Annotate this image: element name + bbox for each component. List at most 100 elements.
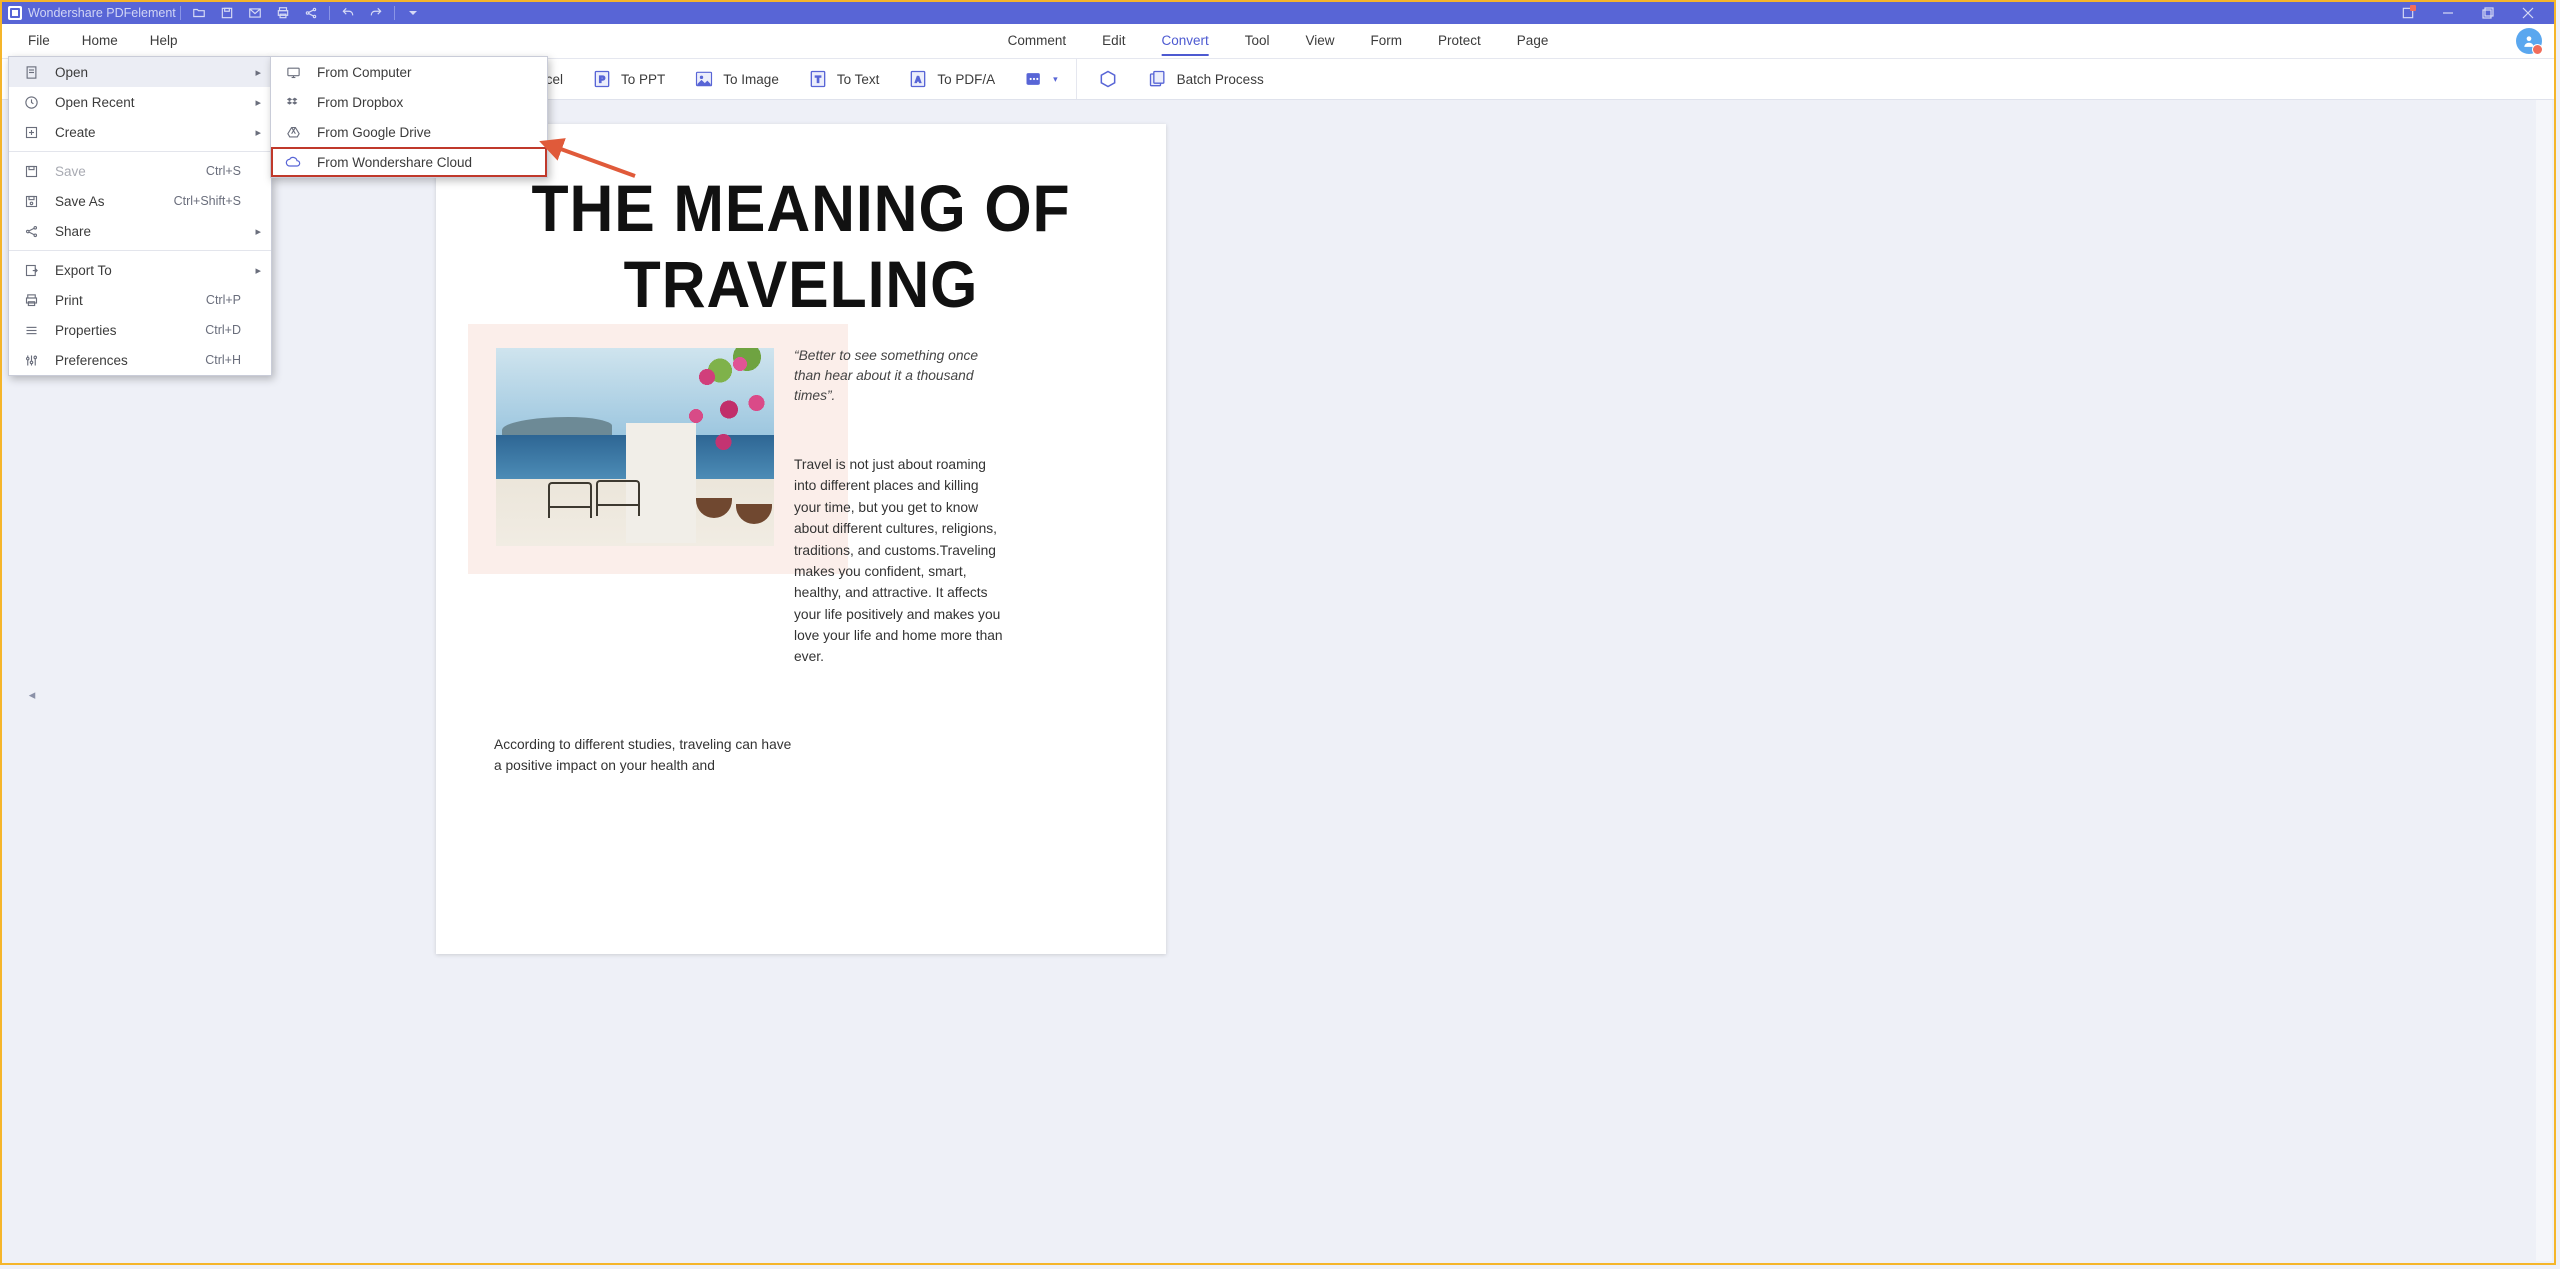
user-avatar[interactable] <box>2516 28 2542 54</box>
window-settings-icon[interactable] <box>2388 2 2428 24</box>
to-image-button[interactable]: To Image <box>679 59 793 99</box>
to-image-label: To Image <box>723 72 779 87</box>
file-menu-preferences[interactable]: Preferences Ctrl+H <box>9 345 271 375</box>
file-menu-save-label: Save <box>55 164 86 179</box>
document-canvas[interactable]: ◂ ▸ THE MEANING OF TRAVELING “Better to … <box>4 100 2552 1261</box>
tab-convert[interactable]: Convert <box>1143 24 1226 58</box>
tab-edit[interactable]: Edit <box>1084 24 1143 58</box>
menu-home[interactable]: Home <box>66 24 134 58</box>
menu-file[interactable]: File <box>12 24 66 58</box>
shortcut: Ctrl+P <box>206 293 241 307</box>
ribbon-tabs: Comment Edit Convert Tool View Form Prot… <box>990 24 1567 58</box>
to-ppt-button[interactable]: P To PPT <box>577 59 679 99</box>
file-menu-create[interactable]: Create ▸ <box>9 117 271 147</box>
open-from-wondershare-cloud-label: From Wondershare Cloud <box>317 155 472 170</box>
image-icon <box>693 68 715 90</box>
tab-protect[interactable]: Protect <box>1420 24 1499 58</box>
titlebar: Wondershare PDFelement <box>2 2 2554 24</box>
open-from-wondershare-cloud[interactable]: From Wondershare Cloud <box>271 147 547 177</box>
menu-help[interactable]: Help <box>134 24 194 58</box>
pdf-page: THE MEANING OF TRAVELING “Better to see … <box>436 124 1166 954</box>
batch-icon <box>1147 68 1169 90</box>
chevron-right-icon: ▸ <box>255 264 261 277</box>
save-icon[interactable] <box>213 2 241 24</box>
doc-icon <box>21 62 41 82</box>
dropbox-icon <box>283 92 303 112</box>
plus-icon <box>21 122 41 142</box>
file-menu-preferences-label: Preferences <box>55 353 128 368</box>
divider <box>329 6 330 20</box>
file-menu-open-label: Open <box>55 65 88 80</box>
document-quote: “Better to see something once than hear … <box>794 346 994 406</box>
shortcut: Ctrl+D <box>205 323 241 337</box>
tab-comment[interactable]: Comment <box>990 24 1085 58</box>
open-from-dropbox-label: From Dropbox <box>317 95 403 110</box>
file-menu-print[interactable]: Print Ctrl+P <box>9 285 271 315</box>
left-panel-toggle[interactable]: ◂ <box>26 681 38 709</box>
batch-process-button[interactable]: Batch Process <box>1133 59 1278 99</box>
chevron-right-icon: ▸ <box>255 126 261 139</box>
share-icon <box>21 221 41 241</box>
document-title: THE MEANING OF TRAVELING <box>465 170 1137 322</box>
tab-page[interactable]: Page <box>1499 24 1567 58</box>
file-menu-properties[interactable]: Properties Ctrl+D <box>9 315 271 345</box>
batch-label: Batch Process <box>1177 72 1264 87</box>
to-text-button[interactable]: T To Text <box>793 59 894 99</box>
document-paragraph-1: Travel is not just about roaming into di… <box>794 454 1004 668</box>
open-submenu: From Computer From Dropbox From Google D… <box>270 56 548 178</box>
more-icon[interactable] <box>399 2 427 24</box>
document-paragraph-2: According to different studies, travelin… <box>494 734 794 777</box>
mail-icon[interactable] <box>241 2 269 24</box>
file-menu-export[interactable]: Export To ▸ <box>9 255 271 285</box>
open-from-computer-label: From Computer <box>317 65 412 80</box>
tab-view[interactable]: View <box>1287 24 1352 58</box>
file-menu-share-label: Share <box>55 224 91 239</box>
vertical-scrollbar[interactable] <box>2536 100 2552 1261</box>
more-convert-button[interactable]: ▾ <box>1009 59 1077 99</box>
svg-text:P: P <box>599 74 605 84</box>
shortcut: Ctrl+Shift+S <box>174 194 241 208</box>
open-folder-icon[interactable] <box>185 2 213 24</box>
file-menu-save-as[interactable]: Save As Ctrl+Shift+S <box>9 186 271 216</box>
pdfa-icon: A <box>907 68 929 90</box>
app-logo <box>8 6 22 20</box>
file-menu-print-label: Print <box>55 293 83 308</box>
open-from-computer[interactable]: From Computer <box>271 57 547 87</box>
open-from-dropbox[interactable]: From Dropbox <box>271 87 547 117</box>
print-icon[interactable] <box>269 2 297 24</box>
redo-icon[interactable] <box>362 2 390 24</box>
undo-icon[interactable] <box>334 2 362 24</box>
shortcut: Ctrl+S <box>206 164 241 178</box>
separator <box>9 250 271 251</box>
text-icon: T <box>807 68 829 90</box>
file-menu-share[interactable]: Share ▸ <box>9 216 271 246</box>
file-menu: Open ▸ Open Recent ▸ Create ▸ Save Ctrl+… <box>8 56 272 376</box>
minimize-icon[interactable] <box>2428 2 2468 24</box>
file-menu-properties-label: Properties <box>55 323 117 338</box>
to-pdfa-button[interactable]: A To PDF/A <box>893 59 1009 99</box>
divider <box>180 6 181 20</box>
to-pdfa-label: To PDF/A <box>937 72 995 87</box>
file-menu-save-as-label: Save As <box>55 194 105 209</box>
file-menu-save: Save Ctrl+S <box>9 156 271 186</box>
maximize-icon[interactable] <box>2468 2 2508 24</box>
travel-photo <box>496 348 774 546</box>
separator <box>9 151 271 152</box>
shortcut: Ctrl+H <box>205 353 241 367</box>
svg-text:A: A <box>915 74 921 84</box>
hexagon-button[interactable] <box>1083 59 1133 99</box>
tab-form[interactable]: Form <box>1353 24 1421 58</box>
list-icon <box>21 320 41 340</box>
file-menu-open[interactable]: Open ▸ <box>9 57 271 87</box>
ppt-icon: P <box>591 68 613 90</box>
close-icon[interactable] <box>2508 2 2548 24</box>
hexagon-icon <box>1097 68 1119 90</box>
file-menu-create-label: Create <box>55 125 96 140</box>
file-menu-open-recent[interactable]: Open Recent ▸ <box>9 87 271 117</box>
save-icon <box>21 161 41 181</box>
open-from-google-drive[interactable]: From Google Drive <box>271 117 547 147</box>
tab-tool[interactable]: Tool <box>1227 24 1288 58</box>
print-icon <box>21 290 41 310</box>
clock-icon <box>21 92 41 112</box>
share-icon[interactable] <box>297 2 325 24</box>
